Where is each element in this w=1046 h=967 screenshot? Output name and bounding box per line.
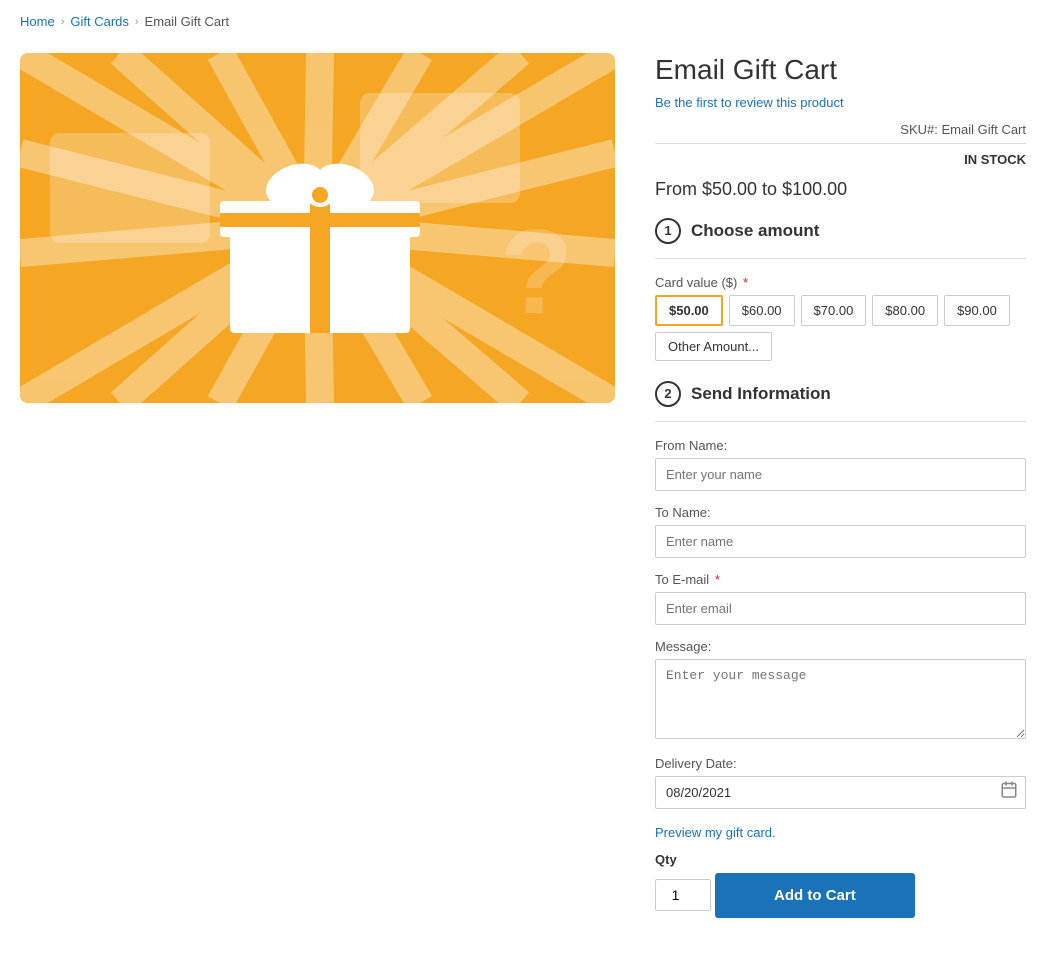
choose-amount-header: 1 Choose amount [655,218,1026,244]
section-2-number: 2 [655,381,681,407]
from-name-label: From Name: [655,438,1026,453]
to-name-input[interactable] [655,525,1026,558]
required-star-1: * [743,275,748,290]
product-image-area: ? [20,53,615,927]
sku-label: SKU#: [900,122,938,137]
delivery-date-group: Delivery Date: 08/20/2021 [655,756,1026,809]
section-1-divider [655,258,1026,259]
card-value-field: Card value ($) * $50.00 $60.00 $70.00 $8… [655,275,1026,361]
svg-text:?: ? [500,205,573,339]
section-1-number: 1 [655,218,681,244]
breadcrumb-home[interactable]: Home [20,14,55,29]
amount-btn-80[interactable]: $80.00 [872,295,938,326]
message-group: Message: [655,639,1026,756]
review-link[interactable]: Be the first to review this product [655,95,1026,110]
card-value-label: Card value ($) * [655,275,1026,290]
to-name-label: To Name: [655,505,1026,520]
section-2-title: Send Information [691,384,831,404]
breadcrumb-gift-cards[interactable]: Gift Cards [70,14,129,29]
breadcrumb-current: Email Gift Cart [145,14,230,29]
to-email-label: To E-mail * [655,572,1026,587]
qty-label: Qty [655,852,1026,867]
qty-input[interactable] [655,879,711,911]
amount-btn-90[interactable]: $90.00 [944,295,1010,326]
send-info-header: 2 Send Information [655,381,1026,407]
section-2-divider [655,421,1026,422]
sku-divider [655,143,1026,144]
from-name-input[interactable] [655,458,1026,491]
section-1-title: Choose amount [691,221,819,241]
delivery-date-label: Delivery Date: [655,756,1026,771]
gift-card-image: ? [20,53,615,403]
from-name-group: From Name: [655,438,1026,505]
preview-link[interactable]: Preview my gift card. [655,825,1026,840]
to-name-group: To Name: [655,505,1026,572]
card-value-options: $50.00 $60.00 $70.00 $80.00 $90.00 Other… [655,295,1026,361]
date-wrapper: 08/20/2021 [655,776,1026,809]
price-range: From $50.00 to $100.00 [655,179,1026,200]
delivery-date-input[interactable]: 08/20/2021 [655,776,1026,809]
required-star-email: * [715,572,720,587]
message-label: Message: [655,639,1026,654]
breadcrumb-sep-1: › [61,16,65,28]
availability-badge: IN STOCK [655,152,1026,167]
amount-btn-70[interactable]: $70.00 [801,295,867,326]
to-email-input[interactable] [655,592,1026,625]
to-email-group: To E-mail * [655,572,1026,639]
product-details: Email Gift Cart Be the first to review t… [655,53,1026,927]
add-to-cart-button[interactable]: Add to Cart [715,873,915,918]
breadcrumb-sep-2: › [135,16,139,28]
sku-value: Email Gift Cart [941,122,1026,137]
message-input[interactable] [655,659,1026,739]
sku-row: SKU#: Email Gift Cart [655,122,1026,137]
amount-btn-other[interactable]: Other Amount... [655,332,772,361]
breadcrumb: Home › Gift Cards › Email Gift Cart [0,0,1046,43]
product-title: Email Gift Cart [655,53,1026,87]
amount-btn-50[interactable]: $50.00 [655,295,723,326]
amount-btn-60[interactable]: $60.00 [729,295,795,326]
page-layout: ? Email Gift Cart Be the first to review… [0,43,1046,967]
